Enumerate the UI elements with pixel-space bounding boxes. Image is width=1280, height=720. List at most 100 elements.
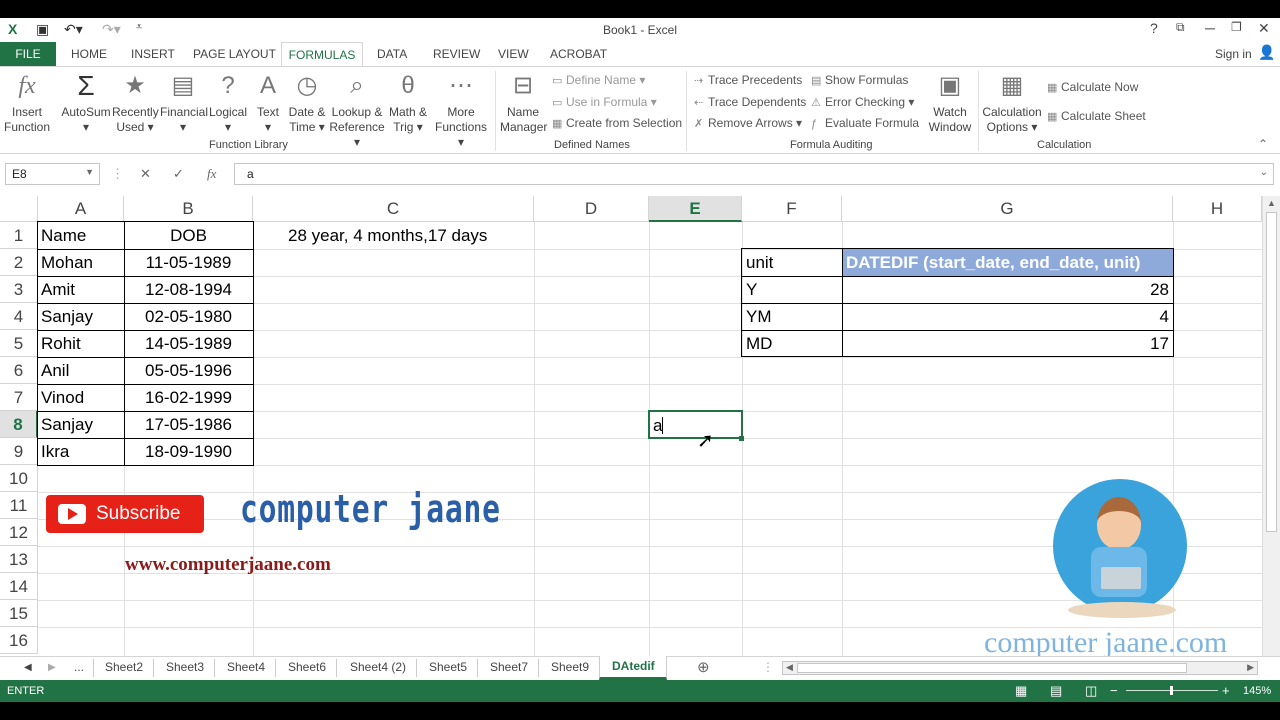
column-header-h[interactable]: H (1173, 196, 1262, 222)
financial-button[interactable]: ▤ Financial ▾ (160, 71, 208, 135)
column-header-b[interactable]: B (124, 196, 253, 222)
cell-dob[interactable]: 17-05-1986 (124, 411, 253, 438)
insert-function-icon[interactable]: fx (207, 166, 216, 182)
lookup-reference-button[interactable]: ⌕ Lookup & Reference ▾ (328, 71, 386, 150)
zoom-level[interactable]: 145% (1243, 685, 1271, 697)
cell-c1[interactable]: 28 year, 4 months,17 days (288, 222, 487, 249)
row-header[interactable]: 13 (0, 546, 38, 573)
normal-view-icon[interactable]: ▦ (1015, 683, 1027, 699)
sheet-tab[interactable]: Sheet4 (227, 660, 265, 674)
page-layout-view-icon[interactable]: ▤ (1050, 683, 1062, 699)
expand-formula-bar-icon[interactable]: ⌄ (1260, 167, 1268, 178)
trace-precedents-button[interactable]: ⇢ Trace Precedents (694, 73, 802, 87)
calculate-now-button[interactable]: ▦ Calculate Now (1047, 80, 1138, 94)
tab-formulas[interactable]: FORMULAS (281, 42, 363, 67)
zoom-out-icon[interactable]: − (1110, 683, 1118, 698)
zoom-slider-thumb[interactable] (1170, 686, 1173, 695)
row-header[interactable]: 15 (0, 600, 38, 627)
cell-b1[interactable]: DOB (124, 222, 253, 249)
formula-input[interactable]: a ⌄ (234, 163, 1274, 185)
cell-result[interactable]: 4 (842, 303, 1169, 330)
column-header-d[interactable]: D (534, 196, 649, 222)
column-header-c[interactable]: C (253, 196, 534, 222)
row-header[interactable]: 16 (0, 627, 38, 654)
tab-acrobat[interactable]: ACROBAT (550, 47, 607, 61)
remove-arrows-button[interactable]: ✗ Remove Arrows ▾ (694, 116, 802, 130)
tab-view[interactable]: VIEW (498, 47, 529, 61)
chevron-down-icon[interactable]: ▼ (85, 167, 94, 177)
cell-dob[interactable]: 16-02-1999 (124, 384, 253, 411)
sheet-tab-active[interactable]: DAtedif (599, 656, 667, 680)
sheet-tab[interactable]: Sheet7 (490, 660, 528, 674)
restore-icon[interactable]: ❐ (1231, 20, 1242, 34)
row-header[interactable]: 7 (0, 384, 38, 411)
collapse-ribbon-icon[interactable]: ⌃ (1258, 137, 1268, 151)
create-from-selection-button[interactable]: ▦ Create from Selection (552, 116, 682, 130)
cell-result[interactable]: 17 (842, 330, 1169, 357)
next-sheet-icon[interactable]: ▶ (48, 662, 56, 673)
fill-handle[interactable] (739, 436, 744, 441)
close-icon[interactable]: ✕ (1258, 20, 1270, 37)
row-header[interactable]: 10 (0, 465, 38, 492)
tab-home[interactable]: HOME (71, 47, 107, 61)
define-name-button[interactable]: ▭ Define Name ▾ (552, 73, 645, 87)
recently-used-button[interactable]: ★ Recently Used ▾ (112, 71, 159, 135)
row-header[interactable]: 4 (0, 303, 38, 330)
name-manager-button[interactable]: ⊟ Name Manager (500, 71, 547, 135)
cell-name[interactable]: Amit (41, 276, 75, 303)
help-icon[interactable]: ? (1150, 20, 1158, 36)
page-break-view-icon[interactable]: ◫ (1085, 683, 1097, 699)
evaluate-formula-button[interactable]: ƒ Evaluate Formula (811, 116, 919, 130)
sheet-tab[interactable]: Sheet6 (288, 660, 326, 674)
subscribe-badge[interactable]: Subscribe (46, 495, 204, 533)
row-header-active[interactable]: 8 (0, 411, 38, 438)
column-header-e[interactable]: E (649, 196, 742, 222)
tab-data[interactable]: DATA (377, 47, 407, 61)
cell-f2[interactable]: unit (746, 249, 773, 276)
scroll-left-icon[interactable]: ◀ (786, 662, 793, 673)
tab-page-layout[interactable]: PAGE LAYOUT (193, 47, 276, 61)
sheet-tab[interactable]: Sheet2 (105, 660, 143, 674)
watch-window-button[interactable]: ▣ Watch Window (926, 71, 974, 135)
row-header[interactable]: 6 (0, 357, 38, 384)
cell-name[interactable]: Sanjay (41, 411, 93, 438)
insert-function-button[interactable]: fx Insert Function (4, 71, 50, 135)
text-button[interactable]: A Text ▾ (252, 71, 284, 135)
show-formulas-button[interactable]: ▤ Show Formulas (811, 73, 908, 87)
error-checking-button[interactable]: ⚠ Error Checking ▾ (811, 95, 914, 109)
tab-review[interactable]: REVIEW (433, 47, 480, 61)
cell-dob[interactable]: 11-05-1989 (124, 249, 253, 276)
cancel-icon[interactable]: ✕ (140, 166, 151, 182)
cell-name[interactable]: Mohan (41, 249, 93, 276)
horizontal-scrollbar[interactable]: ◀ ▶ (782, 661, 1258, 675)
math-trig-button[interactable]: θ Math & Trig ▾ (386, 71, 430, 135)
cell-unit[interactable]: YM (746, 303, 772, 330)
row-header[interactable]: 9 (0, 438, 38, 465)
row-header[interactable]: 1 (0, 222, 38, 249)
scroll-thumb[interactable] (1266, 212, 1277, 532)
column-header-f[interactable]: F (742, 196, 842, 222)
enter-check-icon[interactable]: ✓ (173, 166, 184, 182)
cell-dob[interactable]: 05-05-1996 (124, 357, 253, 384)
calculation-options-button[interactable]: ▦ Calculation Options ▾ (982, 71, 1042, 135)
logical-button[interactable]: ? Logical ▾ (208, 71, 248, 135)
trace-dependents-button[interactable]: ⇠ Trace Dependents (694, 95, 806, 109)
date-time-button[interactable]: ◷ Date & Time ▾ (286, 71, 328, 135)
cell-name[interactable]: Rohit (41, 330, 81, 357)
row-header[interactable]: 2 (0, 249, 38, 276)
zoom-in-icon[interactable]: + (1222, 683, 1230, 698)
column-header-g[interactable]: G (842, 196, 1173, 222)
h-scroll-thumb[interactable] (797, 663, 1187, 673)
minimize-icon[interactable]: ─ (1205, 20, 1215, 36)
tab-split-handle-icon[interactable]: ⋮ (762, 660, 774, 674)
cell-result[interactable]: 28 (842, 276, 1169, 303)
user-avatar-icon[interactable]: 👤 (1258, 44, 1275, 61)
cell-name[interactable]: Ikra (41, 438, 69, 465)
drag-handle-icon[interactable]: ⋮ (111, 166, 124, 182)
sheet-tab[interactable]: Sheet9 (551, 660, 589, 674)
autosum-button[interactable]: Σ AutoSum ▾ (60, 71, 112, 135)
add-sheet-icon[interactable]: ⊕ (697, 658, 710, 676)
cell-dob[interactable]: 02-05-1980 (124, 303, 253, 330)
row-header[interactable]: 5 (0, 330, 38, 357)
cell-name[interactable]: Vinod (41, 384, 84, 411)
